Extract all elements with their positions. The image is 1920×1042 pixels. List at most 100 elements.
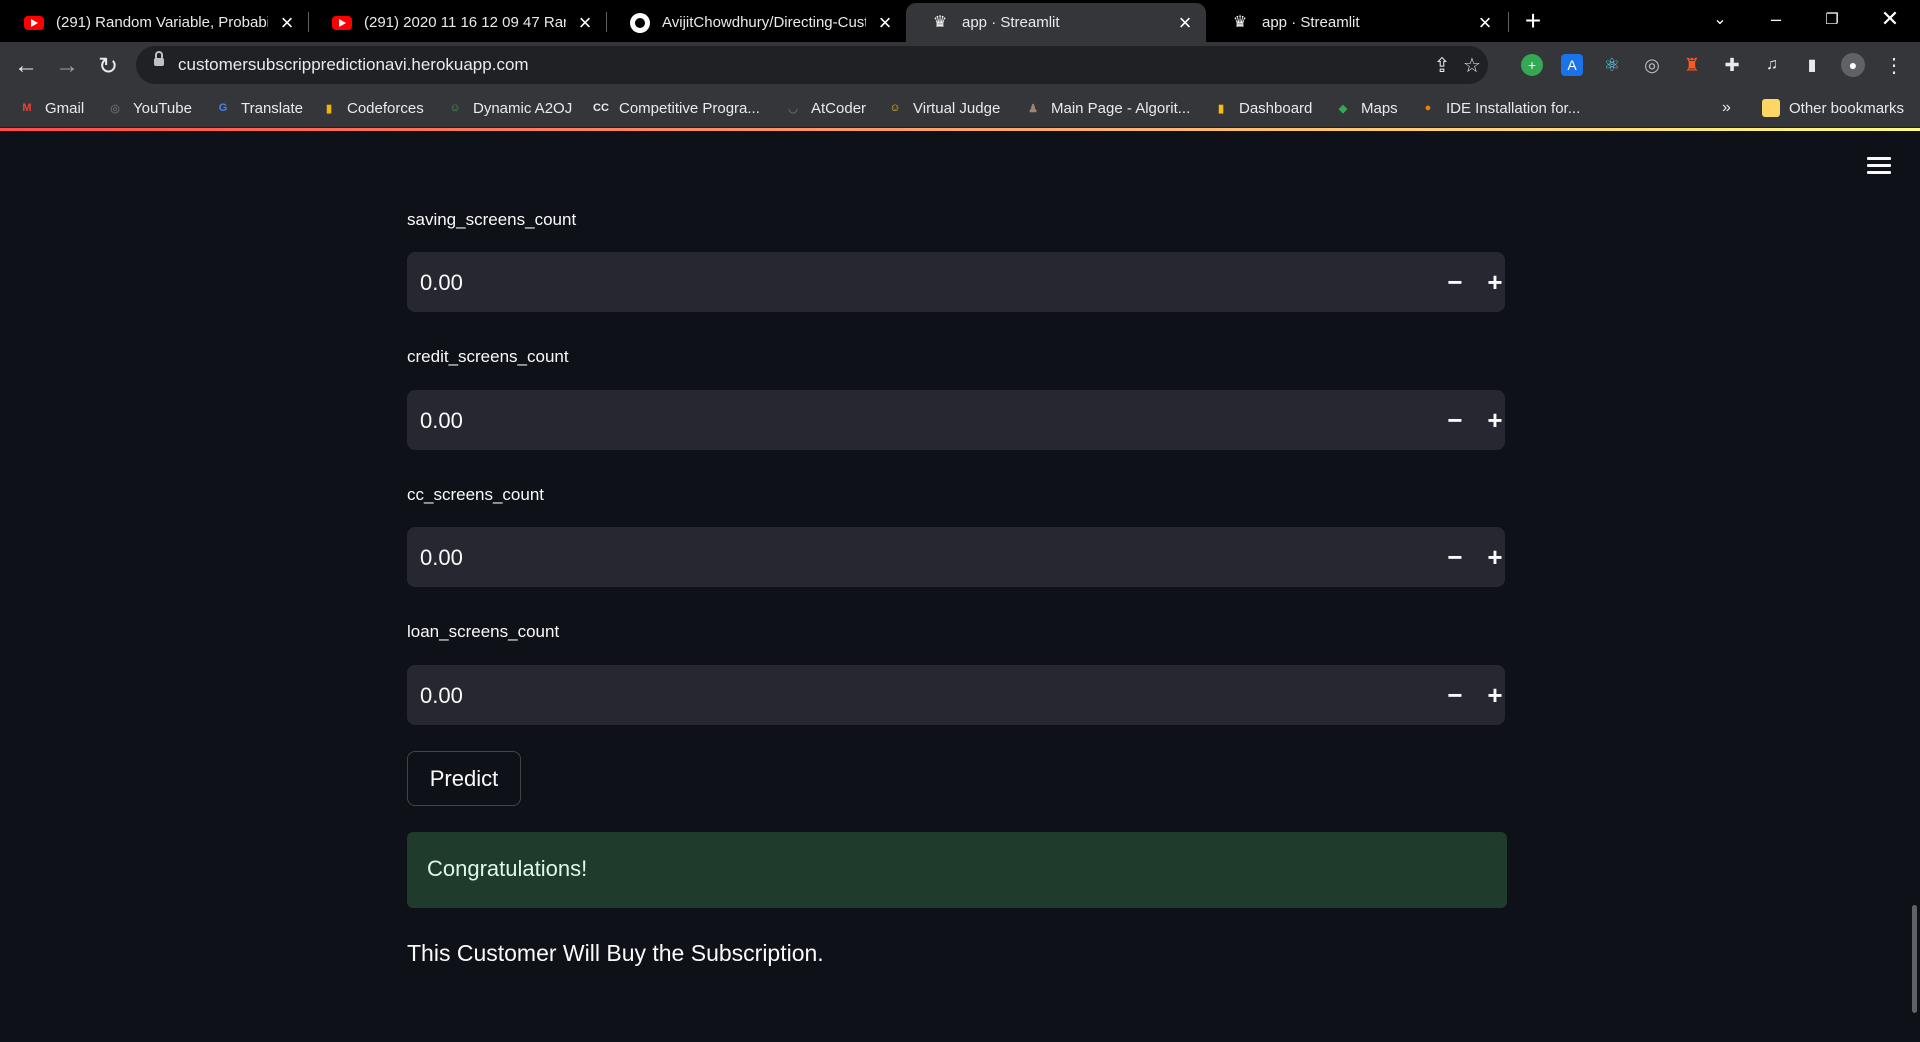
close-icon[interactable]: × (574, 10, 596, 35)
bookmark-label: IDE Installation for... (1446, 99, 1581, 117)
restore-button[interactable]: ❐ (1804, 0, 1860, 38)
number-input-value[interactable]: 0.00 (420, 545, 463, 571)
increment-button[interactable]: + (1479, 679, 1511, 711)
media-control-icon[interactable]: ♫ (1761, 54, 1783, 76)
bookmark-label: Other bookmarks (1789, 99, 1905, 117)
number-input-value[interactable]: 0.00 (420, 683, 463, 709)
streamlit-crown-icon: ♛ (932, 13, 948, 31)
bookmark-label: Maps (1361, 99, 1398, 117)
extensions-puzzle-icon[interactable]: ✚ (1721, 54, 1743, 76)
lock-icon[interactable] (154, 51, 164, 66)
bookmark-label: Codeforces (347, 99, 424, 117)
chevron-double-icon: » (1722, 99, 1731, 116)
bookmarks-bar: ● IDE Installation for... ◆ Maps ▮ Dashboard ♟… (0, 89, 1920, 128)
profile-avatar[interactable]: ● (1841, 53, 1865, 77)
bookmark-item[interactable]: ▮ Codeforces (320, 97, 424, 119)
bookmark-item[interactable]: ◆ Maps (1334, 97, 1398, 119)
number-input[interactable]: 0.00− + (407, 252, 1505, 312)
other-bookmarks-folder[interactable]: Other bookmarks (1762, 97, 1904, 119)
bookmarks-overflow-button[interactable]: » (1722, 97, 1731, 119)
bookmark-item[interactable]: ☺ Dynamic A2OJ (446, 97, 572, 119)
bookmark-favicon-icon: ◡ (788, 102, 798, 115)
decrement-button[interactable]: − (1439, 404, 1471, 436)
close-icon[interactable]: × (874, 10, 896, 35)
browser-tab-active[interactable]: ♛ app · Streamlit × (906, 3, 1206, 42)
bookmark-item[interactable]: ● IDE Installation for... (1419, 97, 1581, 119)
browser-menu-icon[interactable]: ⋮ (1883, 54, 1905, 77)
browser-tab[interactable]: (291) Random Variable, Probabili × (0, 3, 308, 42)
number-input[interactable]: 0.00− + (407, 665, 1505, 725)
close-icon[interactable]: × (276, 10, 298, 35)
bookmark-favicon-icon: ☺ (449, 102, 461, 114)
side-panel-icon[interactable]: ▮ (1801, 54, 1823, 76)
browser-tab[interactable]: AvijitChowdhury/Directing-Custo × (606, 3, 906, 42)
tab-title: app · Streamlit (1262, 14, 1360, 31)
number-input-value[interactable]: 0.00 (420, 270, 463, 296)
bookmark-favicon-icon: M (22, 102, 32, 114)
back-button[interactable]: ← (10, 50, 42, 82)
tab-title: AvijitChowdhury/Directing-Custo (662, 14, 866, 31)
reload-button[interactable]: ↻ (92, 50, 124, 82)
extension-orange-icon[interactable]: ♜ (1681, 54, 1703, 76)
address-bar[interactable]: customersubscrippredictionavi.herokuapp.… (136, 46, 1488, 84)
bookmark-favicon-icon: CC (593, 102, 609, 114)
number-input-label: cc_screens_count (407, 485, 545, 504)
bookmark-item[interactable]: ◎ YouTube (106, 97, 192, 119)
share-icon[interactable]: ⇪ (1430, 53, 1454, 77)
number-input-label: credit_screens_count (407, 347, 569, 366)
browser-tab[interactable]: (291) 2020 11 16 12 09 47 Random × (308, 3, 606, 42)
browser-tab-strip: (291) Random Variable, Probabili × (291)… (0, 0, 1920, 42)
tab-search-button[interactable]: ⌄ (1692, 0, 1748, 38)
bookmark-label: Competitive Progra... (619, 99, 760, 117)
browser-tab[interactable]: ♛ app · Streamlit × (1206, 3, 1506, 42)
predict-button[interactable]: Predict (407, 751, 521, 806)
new-tab-button[interactable]: + (1518, 5, 1548, 36)
decrement-button[interactable]: − (1439, 266, 1471, 298)
decrement-button[interactable]: − (1439, 679, 1471, 711)
bookmark-item[interactable]: ◡ AtCoder (784, 97, 866, 119)
close-icon[interactable]: × (1174, 10, 1196, 35)
page-scrollbar[interactable] (1912, 905, 1917, 1013)
minimize-button[interactable]: – (1748, 0, 1804, 38)
decrement-button[interactable]: − (1439, 541, 1471, 573)
bookmark-favicon-icon: ▮ (1217, 102, 1225, 115)
number-input[interactable]: 0.00− + (407, 527, 1505, 587)
success-alert: Congratulations! (407, 832, 1507, 908)
bookmark-favicon-icon: G (218, 102, 228, 114)
bookmark-favicon-icon: ▮ (325, 102, 333, 115)
extension-green-icon[interactable]: + (1521, 54, 1543, 76)
bookmark-item[interactable]: G Translate (214, 97, 303, 119)
extension-target-icon[interactable]: ◎ (1641, 54, 1663, 76)
tab-title: (291) Random Variable, Probabili (56, 14, 268, 31)
close-window-button[interactable]: ✕ (1862, 0, 1918, 38)
bookmark-label: Virtual Judge (913, 99, 1001, 117)
bookmark-favicon-icon: ◆ (1338, 102, 1348, 115)
github-icon (630, 12, 650, 33)
tab-title: (291) 2020 11 16 12 09 47 Random (364, 14, 566, 31)
increment-button[interactable]: + (1479, 541, 1511, 573)
url-text[interactable]: customersubscrippredictionavi.herokuapp.… (178, 55, 529, 75)
tab-divider (1508, 12, 1509, 32)
extension-appstore-icon[interactable]: A (1561, 54, 1583, 76)
bookmark-item[interactable]: ▮ Dashboard (1212, 97, 1312, 119)
increment-button[interactable]: + (1479, 266, 1511, 298)
tab-title: app · Streamlit (962, 14, 1060, 31)
bookmark-item[interactable]: ♟ Main Page - Algorit... (1024, 97, 1190, 119)
react-devtools-icon[interactable]: ⚛ (1601, 54, 1623, 76)
number-input[interactable]: 0.00− + (407, 390, 1505, 450)
bookmark-label: Dynamic A2OJ (473, 99, 573, 117)
number-input-label: loan_screens_count (407, 622, 560, 641)
bookmark-item[interactable]: M Gmail (18, 97, 84, 119)
bookmark-star-icon[interactable]: ☆ (1460, 53, 1484, 77)
close-icon[interactable]: × (1474, 10, 1496, 35)
bookmark-favicon-icon: ● (1424, 102, 1432, 114)
streamlit-decoration-bar (0, 128, 1920, 131)
bookmark-item[interactable]: CC Competitive Progra... (592, 97, 760, 119)
bookmark-item[interactable]: ☺ Virtual Judge (886, 97, 1000, 119)
increment-button[interactable]: + (1479, 404, 1511, 436)
youtube-icon (24, 13, 44, 33)
forward-button[interactable]: → (51, 50, 83, 82)
bookmark-label: YouTube (133, 99, 192, 117)
hamburger-menu-icon[interactable] (1867, 157, 1891, 175)
number-input-value[interactable]: 0.00 (420, 408, 463, 434)
